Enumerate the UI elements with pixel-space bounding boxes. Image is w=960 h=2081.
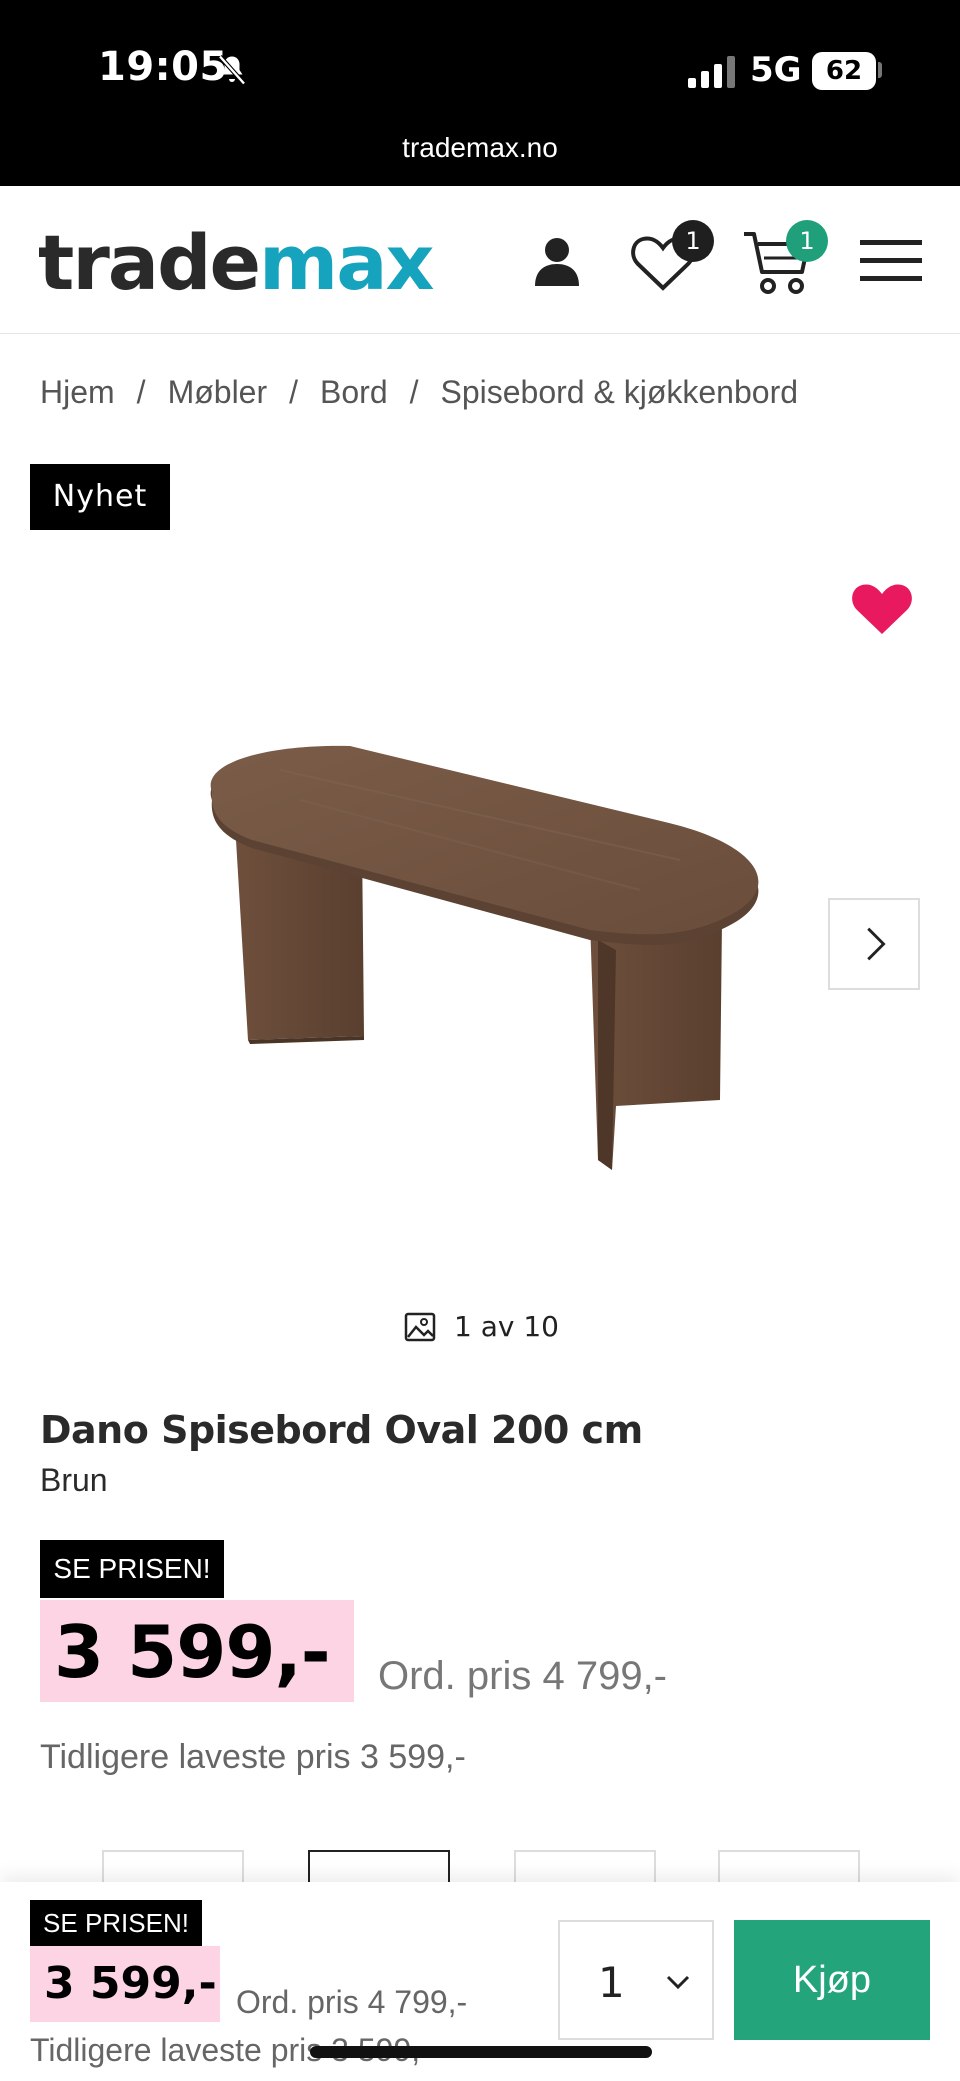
url-label[interactable]: trademax.no <box>0 132 960 164</box>
breadcrumb-item-home[interactable]: Hjem <box>40 374 115 411</box>
buy-button[interactable]: Kjøp <box>734 1920 930 2040</box>
breadcrumb: Hjem / Møbler / Bord / Spisebord & kjøkkenbord <box>40 374 798 411</box>
battery-tip <box>878 62 882 78</box>
logo-part-max: max <box>259 218 434 307</box>
breadcrumb-item-dining-tables[interactable]: Spisebord & kjøkkenbord <box>441 374 799 411</box>
home-indicator <box>310 2046 652 2058</box>
chevron-right-icon <box>867 927 886 961</box>
price-highlight: 3 599,- <box>40 1600 354 1702</box>
product-image[interactable] <box>160 740 810 1180</box>
network-label: 5G <box>750 50 802 90</box>
trademax-logo[interactable]: trademax <box>38 218 435 307</box>
logo-part-trade: trade <box>38 218 261 307</box>
quantity-value: 1 <box>598 1958 625 2007</box>
breadcrumb-separator: / <box>136 374 146 410</box>
status-bar: 19:05 5G 62 trademax.no <box>0 0 960 186</box>
product-title: Dano Spisebord Oval 200 cm <box>40 1408 643 1452</box>
new-badge: Nyhet <box>30 464 170 530</box>
breadcrumb-separator: / <box>409 374 419 410</box>
signal-icon <box>688 56 735 88</box>
breadcrumb-item-furniture[interactable]: Møbler <box>168 374 268 411</box>
breadcrumb-separator: / <box>289 374 299 410</box>
image-counter-label: 1 av 10 <box>454 1310 559 1343</box>
breadcrumb-item-tables[interactable]: Bord <box>320 374 388 411</box>
product-color: Brun <box>40 1462 108 1498</box>
menu-icon[interactable] <box>860 236 922 284</box>
cart-count-badge: 1 <box>786 220 828 262</box>
favorite-heart-icon[interactable] <box>850 580 914 636</box>
user-icon[interactable] <box>532 236 582 288</box>
promo-label: SE PRISEN! <box>40 1540 224 1598</box>
previous-lowest-price: Tidligere laveste pris 3 599,- <box>40 1738 466 1776</box>
ordinary-price: Ord. pris 4 799,- <box>378 1654 668 1698</box>
battery-level: 62 <box>812 52 876 90</box>
status-time: 19:05 <box>98 44 228 90</box>
site-header: trademax 1 1 <box>0 186 960 334</box>
quantity-select[interactable]: 1 <box>558 1920 714 2040</box>
gallery-icon <box>404 1312 436 1341</box>
chevron-down-icon <box>666 1975 690 1990</box>
bell-muted-icon <box>218 55 246 85</box>
next-image-button[interactable] <box>828 898 920 990</box>
product-price: 3 599,- <box>54 1610 331 1694</box>
favorites-count-badge: 1 <box>672 220 714 262</box>
bottom-price: 3 599,- <box>44 1958 217 2009</box>
bottom-price-highlight: 3 599,- <box>30 1946 220 2022</box>
bottom-ordinary-price: Ord. pris 4 799,- <box>236 1984 468 2020</box>
image-counter: 1 av 10 <box>404 1310 559 1343</box>
bottom-promo-label: SE PRISEN! <box>30 1900 202 1946</box>
